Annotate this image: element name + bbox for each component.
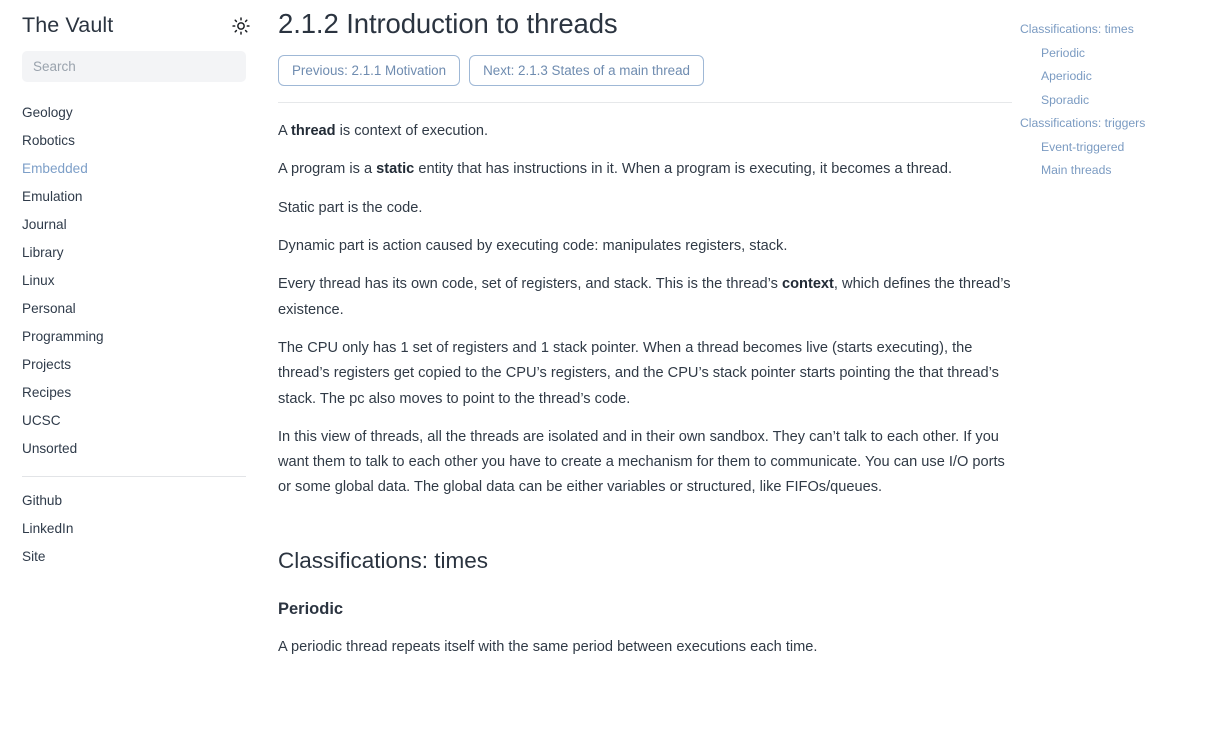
sidebar-nav-item: Journal: [22, 211, 248, 239]
search-input[interactable]: [22, 51, 246, 82]
article-paragraph: A program is a static entity that has in…: [278, 144, 1012, 182]
toc-link-main-threads[interactable]: Main threads: [1020, 159, 1200, 183]
sidebar-link-linkedin[interactable]: LinkedIn: [22, 515, 248, 543]
paragraph-text: In this view of threads, all the threads…: [278, 428, 1005, 496]
paragraph-text: entity that has instructions in it. When…: [414, 161, 953, 178]
sidebar-nav-item: Emulation: [22, 183, 248, 211]
page-navigation: Previous: 2.1.1 Motivation Next: 2.1.3 S…: [278, 41, 1012, 87]
sidebar-link-github[interactable]: Github: [22, 487, 248, 515]
sidebar-nav-item: Personal: [22, 295, 248, 323]
toc-link-aperiodic[interactable]: Aperiodic: [1020, 65, 1200, 89]
sidebar-link-site[interactable]: Site: [22, 543, 248, 571]
app-root: The Vault GeologyRoboticsEmbeddedEmulati…: [0, 0, 1214, 729]
toc-item: Sporadic: [1020, 89, 1200, 113]
sidebar-nav-item: UCSC: [22, 407, 248, 435]
table-of-contents: Classifications: times Periodic Aperiodic S…: [1020, 0, 1214, 183]
sidebar-nav-item: Github: [22, 487, 248, 515]
toc-item: Event-triggered: [1020, 136, 1200, 160]
toc-list: Classifications: times Periodic Aperiodic S…: [1020, 18, 1200, 183]
sidebar-nav-item: Embedded: [22, 155, 248, 183]
sidebar-item-recipes[interactable]: Recipes: [22, 379, 248, 407]
sidebar-header: The Vault: [0, 0, 270, 42]
toc-link-classifications-triggers[interactable]: Classifications: triggers: [1020, 112, 1200, 136]
left-sidebar: The Vault GeologyRoboticsEmbeddedEmulati…: [0, 0, 270, 729]
sun-icon[interactable]: [230, 15, 252, 37]
sidebar-item-journal[interactable]: Journal: [22, 211, 248, 239]
article-paragraph: Every thread has its own code, set of re…: [278, 259, 1012, 323]
sidebar-nav-item: Robotics: [22, 127, 248, 155]
sidebar-item-projects[interactable]: Projects: [22, 351, 248, 379]
site-title: The Vault: [22, 13, 114, 38]
sidebar-item-geology[interactable]: Geology: [22, 99, 248, 127]
paragraph-text: Static part is the code.: [278, 199, 423, 216]
sidebar-item-embedded[interactable]: Embedded: [22, 155, 248, 183]
sidebar-nav-item: Unsorted: [22, 435, 248, 463]
article-body: A thread is context of execution. A progr…: [278, 103, 1012, 501]
article-paragraph: Static part is the code.: [278, 183, 1012, 221]
sidebar-item-emulation[interactable]: Emulation: [22, 183, 248, 211]
next-page-button[interactable]: Next: 2.1.3 States of a main thread: [469, 55, 705, 87]
toc-item: Classifications: times: [1020, 18, 1200, 42]
sidebar-nav-item: Recipes: [22, 379, 248, 407]
toc-item: Aperiodic: [1020, 65, 1200, 89]
sidebar-nav-item: Library: [22, 239, 248, 267]
toc-link-sporadic[interactable]: Sporadic: [1020, 89, 1200, 113]
paragraph-text: The CPU only has 1 set of registers and …: [278, 339, 999, 407]
paragraph-text: Every thread has its own code, set of re…: [278, 276, 783, 293]
page-title: 2.1.2 Introduction to threads: [278, 8, 618, 39]
sidebar-item-library[interactable]: Library: [22, 239, 248, 267]
toc-item: Main threads: [1020, 159, 1200, 183]
article-paragraph: Dynamic part is action caused by executi…: [278, 221, 1012, 259]
sidebar-item-robotics[interactable]: Robotics: [22, 127, 248, 155]
toc-link-event-triggered[interactable]: Event-triggered: [1020, 136, 1200, 160]
toc-item: Classifications: triggers: [1020, 112, 1200, 136]
article-paragraph: The CPU only has 1 set of registers and …: [278, 323, 1012, 412]
paragraph-text: is context of execution.: [335, 123, 489, 140]
search-container: [0, 42, 270, 82]
sidebar-item-unsorted[interactable]: Unsorted: [22, 435, 248, 463]
subsection-paragraph: A periodic thread repeats itself with th…: [278, 639, 818, 656]
emphasis-term: static: [376, 161, 415, 178]
paragraph-text: A program is a: [278, 161, 377, 178]
article-paragraph: In this view of threads, all the threads…: [278, 412, 1012, 501]
previous-page-button[interactable]: Previous: 2.1.1 Motivation: [278, 55, 461, 87]
sidebar-nav-item: Site: [22, 543, 248, 571]
sidebar-secondary-nav: Github LinkedIn Site: [0, 477, 270, 571]
paragraph-text: Dynamic part is action caused by executi…: [278, 238, 788, 255]
sidebar-nav-item: Linux: [22, 267, 248, 295]
emphasis-term: context: [782, 276, 834, 293]
main-content: 2.1.2 Introduction to threads Previous: …: [270, 0, 1022, 729]
toc-link-periodic[interactable]: Periodic: [1020, 42, 1200, 66]
sidebar-item-ucsc[interactable]: UCSC: [22, 407, 248, 435]
section-heading-classifications-times: Classifications: times: [278, 547, 489, 573]
toc-link-classifications-times[interactable]: Classifications: times: [1020, 18, 1200, 42]
emphasis-term: thread: [290, 123, 336, 140]
sidebar-item-programming[interactable]: Programming: [22, 323, 248, 351]
toc-item: Periodic: [1020, 42, 1200, 66]
sidebar-item-personal[interactable]: Personal: [22, 295, 248, 323]
paragraph-text: A: [278, 123, 291, 140]
sidebar-nav-item: Projects: [22, 351, 248, 379]
article-paragraph: A thread is context of execution.: [278, 106, 1012, 144]
sidebar-nav-item: Programming: [22, 323, 248, 351]
sidebar-nav-item: Geology: [22, 99, 248, 127]
sidebar-nav-item: LinkedIn: [22, 515, 248, 543]
subsection-heading-periodic: Periodic: [278, 600, 344, 618]
sidebar-item-linux[interactable]: Linux: [22, 267, 248, 295]
sidebar-primary-nav: Geology Robotics Embedded Emulation Journal L…: [0, 82, 270, 463]
